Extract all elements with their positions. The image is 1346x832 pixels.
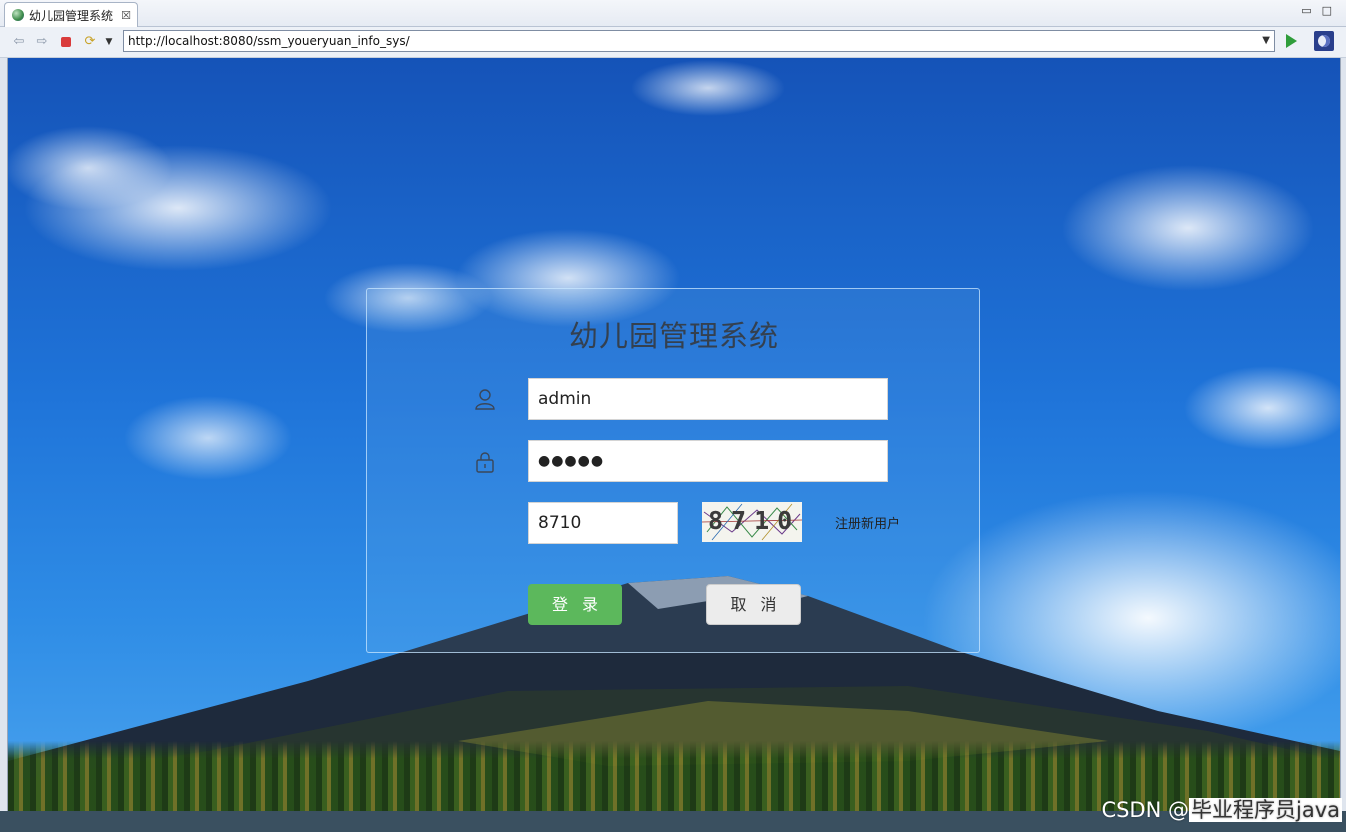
address-dropdown-icon[interactable]: ▼: [1262, 31, 1270, 51]
globe-icon: [12, 9, 24, 21]
username-input[interactable]: admin: [528, 378, 888, 420]
register-link[interactable]: 注册新用户: [835, 513, 900, 532]
captcha-text: 8710: [708, 506, 801, 535]
tab-title: 幼儿园管理系统: [29, 8, 114, 23]
password-input[interactable]: ●●●●●: [528, 440, 888, 482]
eclipse-icon[interactable]: [1314, 31, 1334, 51]
browser-toolbar: ⇦ ⇨ ⟳ ▼ http://localhost:8080/ssm_youery…: [0, 27, 1346, 58]
stop-icon[interactable]: [61, 37, 71, 47]
page-viewport: 幼儿园管理系统 admin ●●●●● 8710 8710 注册新用户 登录 取: [7, 58, 1341, 811]
csdn-watermark: CSDN @毕业程序员java: [1101, 794, 1342, 824]
browser-tab[interactable]: 幼儿园管理系统 ☒: [4, 2, 138, 27]
forward-arrow-icon[interactable]: ⇨: [34, 34, 50, 50]
back-arrow-icon[interactable]: ⇦: [11, 34, 27, 50]
lock-icon: [476, 452, 494, 473]
watermark-author: 毕业程序员java: [1189, 798, 1342, 822]
browser-tab-bar: 幼儿园管理系统 ☒ ▭ □: [0, 0, 1346, 27]
minimize-icon[interactable]: ▭: [1301, 4, 1311, 17]
user-icon: [475, 389, 495, 410]
url-text: http://localhost:8080/ssm_youeryuan_info…: [128, 34, 410, 48]
cancel-button[interactable]: 取消: [706, 584, 801, 625]
captcha-input[interactable]: 8710: [528, 502, 678, 544]
watermark-prefix: CSDN @: [1101, 798, 1189, 822]
close-tab-icon[interactable]: ☒: [121, 9, 131, 22]
chevron-down-icon[interactable]: ▼: [101, 34, 117, 50]
go-icon[interactable]: [1286, 34, 1297, 48]
address-bar[interactable]: http://localhost:8080/ssm_youeryuan_info…: [123, 30, 1275, 52]
login-panel: 幼儿园管理系统 admin ●●●●● 8710 8710 注册新用户 登录 取: [366, 288, 980, 653]
page-title: 幼儿园管理系统: [568, 319, 779, 353]
captcha-image[interactable]: 8710: [702, 502, 802, 542]
maximize-icon[interactable]: □: [1322, 4, 1332, 17]
window-controls: ▭ □: [1301, 4, 1332, 17]
login-button[interactable]: 登录: [528, 584, 622, 625]
refresh-icon[interactable]: ⟳: [82, 34, 98, 50]
